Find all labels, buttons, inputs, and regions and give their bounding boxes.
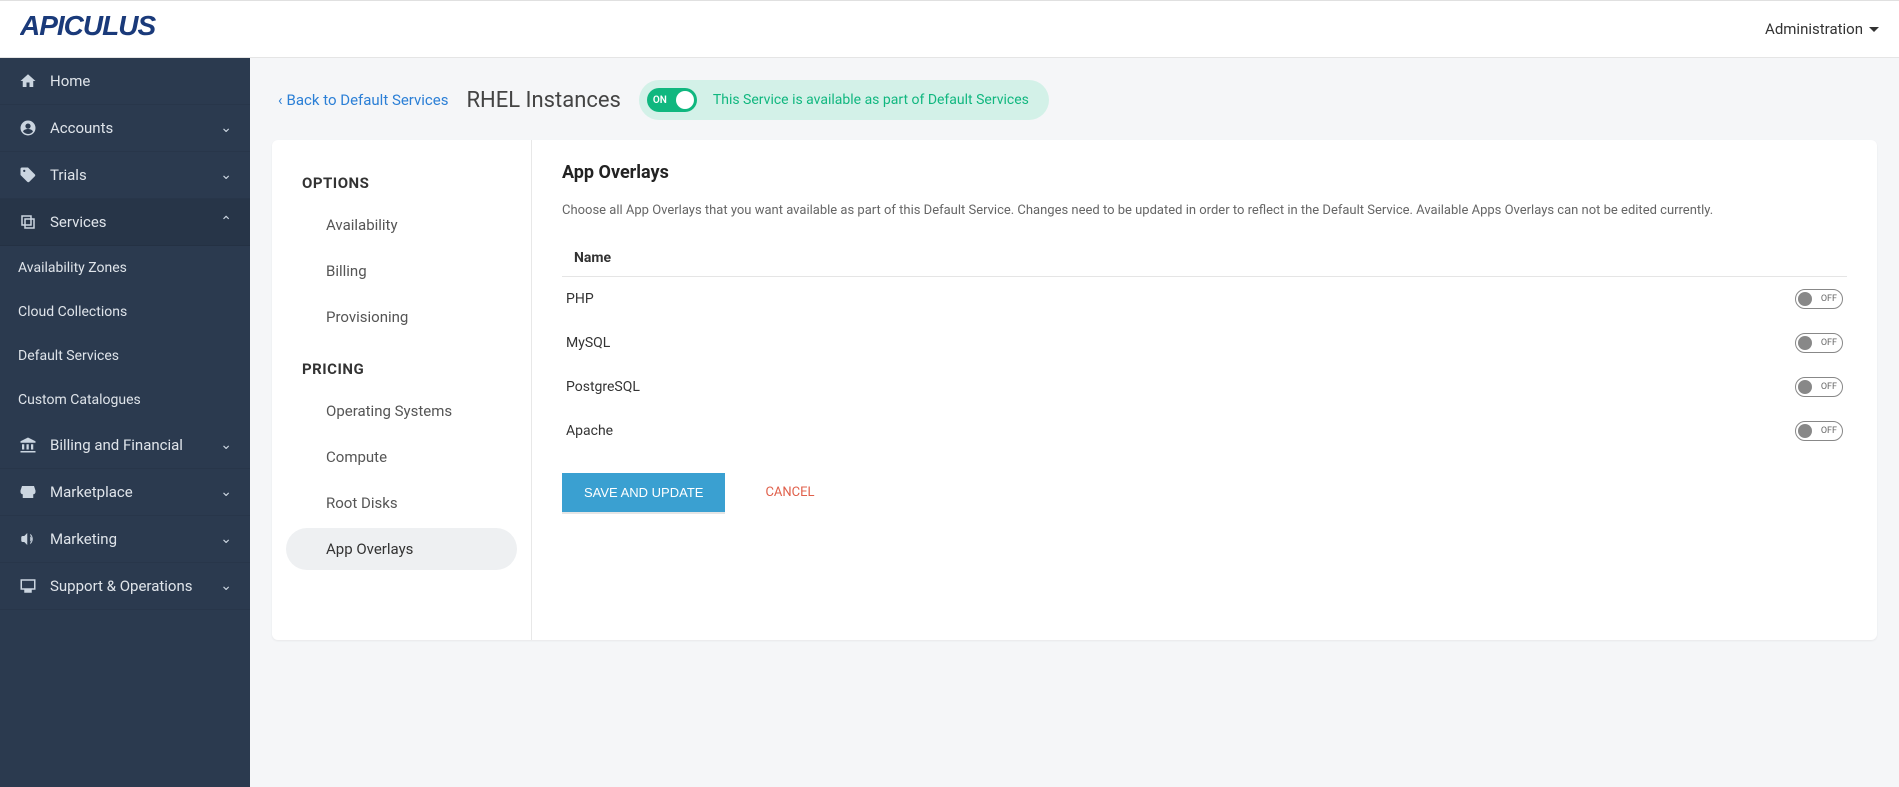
chevron-down-icon: ⌄ bbox=[220, 437, 232, 453]
store-icon bbox=[18, 483, 38, 501]
toggle-knob bbox=[1798, 424, 1812, 438]
option-billing[interactable]: Billing bbox=[286, 250, 517, 292]
option-operating-systems[interactable]: Operating Systems bbox=[286, 390, 517, 432]
sidebar-item-label: Trials bbox=[50, 166, 208, 184]
sidebar-item-label: Support & Operations bbox=[50, 577, 208, 595]
layers-icon bbox=[18, 213, 38, 231]
admin-label: Administration bbox=[1765, 20, 1863, 38]
sidebar-item-label: Accounts bbox=[50, 119, 208, 137]
options-column: OPTIONS Availability Billing Provisionin… bbox=[272, 140, 532, 640]
content-panel: OPTIONS Availability Billing Provisionin… bbox=[272, 140, 1877, 640]
sidebar: Home Accounts ⌄ Trials ⌄ Services ⌃ Avai… bbox=[0, 58, 250, 787]
admin-dropdown[interactable]: Administration bbox=[1765, 20, 1879, 38]
overlay-toggle[interactable]: OFF bbox=[1795, 421, 1843, 441]
cancel-button[interactable]: CANCEL bbox=[765, 485, 814, 500]
monitor-icon bbox=[18, 577, 38, 595]
toggle-state-label: ON bbox=[653, 95, 667, 106]
toggle-knob bbox=[1798, 292, 1812, 306]
sidebar-sub-availability-zones[interactable]: Availability Zones bbox=[0, 246, 250, 290]
overlay-name: Apache bbox=[566, 423, 613, 439]
overlay-name: PostgreSQL bbox=[566, 379, 640, 395]
option-root-disks[interactable]: Root Disks bbox=[286, 482, 517, 524]
detail-description: Choose all App Overlays that you want av… bbox=[562, 201, 1847, 222]
chevron-up-icon: ⌃ bbox=[220, 214, 232, 230]
toggle-state-label: OFF bbox=[1821, 338, 1837, 348]
overlay-toggle[interactable]: OFF bbox=[1795, 289, 1843, 309]
sidebar-item-label: Marketing bbox=[50, 530, 208, 548]
option-app-overlays[interactable]: App Overlays bbox=[286, 528, 517, 570]
toggle-knob bbox=[1798, 380, 1812, 394]
sidebar-item-home[interactable]: Home bbox=[0, 58, 250, 105]
overlay-row: PostgreSQL OFF bbox=[562, 365, 1847, 409]
chevron-down-icon: ⌄ bbox=[220, 484, 232, 500]
sidebar-item-label: Marketplace bbox=[50, 483, 208, 501]
detail-column: App Overlays Choose all App Overlays tha… bbox=[532, 140, 1877, 640]
service-toggle[interactable]: ON bbox=[647, 88, 697, 112]
topbar: APICULUS Administration bbox=[0, 0, 1899, 58]
main: ‹ Back to Default Services RHEL Instance… bbox=[250, 58, 1899, 787]
sidebar-item-billing[interactable]: Billing and Financial ⌄ bbox=[0, 422, 250, 469]
save-button[interactable]: SAVE AND UPDATE bbox=[562, 473, 725, 512]
toggle-state-label: OFF bbox=[1821, 426, 1837, 436]
status-pill: ON This Service is available as part of … bbox=[639, 80, 1049, 120]
chevron-down-icon: ⌄ bbox=[220, 167, 232, 183]
detail-title: App Overlays bbox=[562, 162, 1847, 183]
overlay-row: Apache OFF bbox=[562, 409, 1847, 453]
megaphone-icon bbox=[18, 530, 38, 548]
option-provisioning[interactable]: Provisioning bbox=[286, 296, 517, 338]
toggle-state-label: OFF bbox=[1821, 294, 1837, 304]
overlay-toggle[interactable]: OFF bbox=[1795, 377, 1843, 397]
table-header-name: Name bbox=[562, 240, 1847, 277]
home-icon bbox=[18, 72, 38, 90]
sidebar-item-label: Billing and Financial bbox=[50, 436, 208, 454]
chevron-left-icon: ‹ bbox=[278, 91, 283, 109]
chevron-down-icon: ⌄ bbox=[220, 120, 232, 136]
sidebar-item-services[interactable]: Services ⌃ bbox=[0, 199, 250, 246]
option-compute[interactable]: Compute bbox=[286, 436, 517, 478]
bank-icon bbox=[18, 436, 38, 454]
back-link[interactable]: ‹ Back to Default Services bbox=[278, 91, 448, 109]
page-title: RHEL Instances bbox=[466, 88, 620, 113]
chevron-down-icon: ⌄ bbox=[220, 531, 232, 547]
overlay-toggle[interactable]: OFF bbox=[1795, 333, 1843, 353]
svg-text:APICULUS: APICULUS bbox=[20, 11, 156, 41]
sidebar-item-trials[interactable]: Trials ⌄ bbox=[0, 152, 250, 199]
action-bar: SAVE AND UPDATE CANCEL bbox=[562, 473, 1847, 512]
sidebar-sub-default-services[interactable]: Default Services bbox=[0, 334, 250, 378]
overlay-row: PHP OFF bbox=[562, 277, 1847, 321]
sidebar-item-label: Home bbox=[50, 72, 232, 90]
sidebar-sub-custom-catalogues[interactable]: Custom Catalogues bbox=[0, 378, 250, 422]
tag-icon bbox=[18, 166, 38, 184]
status-text: This Service is available as part of Def… bbox=[713, 92, 1029, 108]
sidebar-item-marketing[interactable]: Marketing ⌄ bbox=[0, 516, 250, 563]
option-availability[interactable]: Availability bbox=[286, 204, 517, 246]
toggle-knob bbox=[676, 91, 694, 109]
user-icon bbox=[18, 119, 38, 137]
toggle-state-label: OFF bbox=[1821, 382, 1837, 392]
logo: APICULUS bbox=[20, 11, 205, 48]
sidebar-item-label: Services bbox=[50, 213, 208, 231]
overlay-name: PHP bbox=[566, 291, 594, 307]
chevron-down-icon: ⌄ bbox=[220, 578, 232, 594]
overlay-row: MySQL OFF bbox=[562, 321, 1847, 365]
pricing-header: PRICING bbox=[272, 352, 531, 386]
overlay-name: MySQL bbox=[566, 335, 610, 351]
options-header: OPTIONS bbox=[272, 166, 531, 200]
page-header: ‹ Back to Default Services RHEL Instance… bbox=[250, 58, 1899, 140]
sidebar-sub-cloud-collections[interactable]: Cloud Collections bbox=[0, 290, 250, 334]
sidebar-item-accounts[interactable]: Accounts ⌄ bbox=[0, 105, 250, 152]
caret-down-icon bbox=[1869, 27, 1879, 32]
sidebar-item-marketplace[interactable]: Marketplace ⌄ bbox=[0, 469, 250, 516]
back-label: Back to Default Services bbox=[287, 91, 449, 109]
sidebar-item-support[interactable]: Support & Operations ⌄ bbox=[0, 563, 250, 610]
toggle-knob bbox=[1798, 336, 1812, 350]
